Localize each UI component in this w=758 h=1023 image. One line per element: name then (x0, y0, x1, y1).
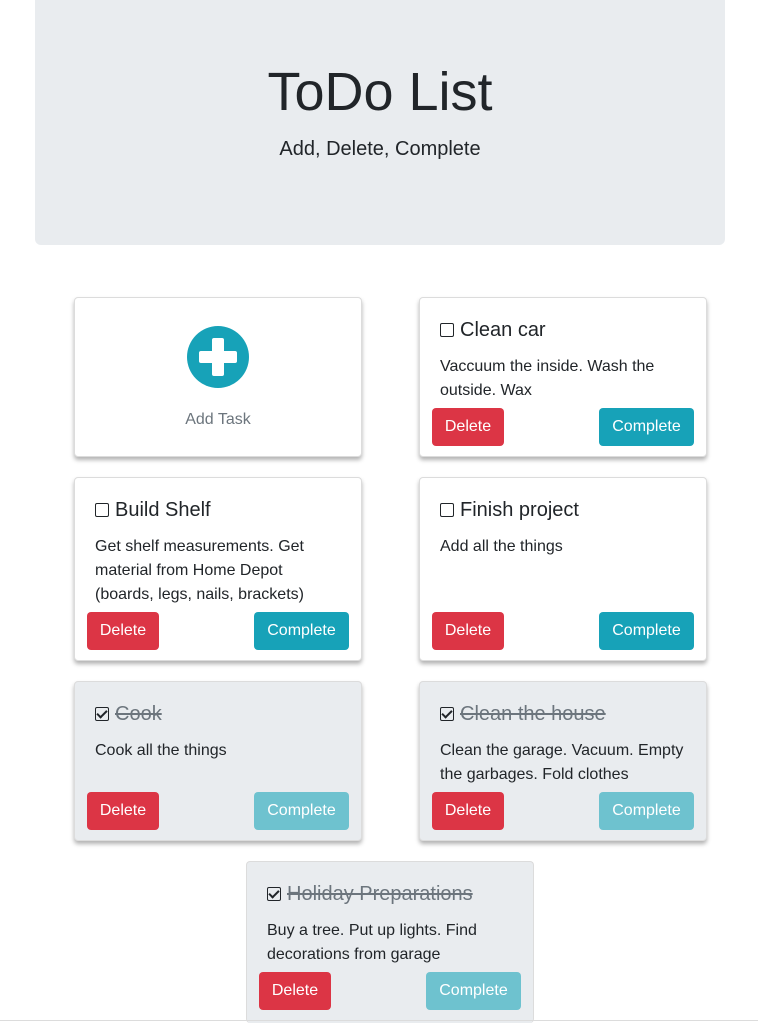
task-title: Build Shelf (95, 498, 211, 522)
page-bottom-divider (0, 1020, 758, 1021)
delete-button[interactable]: Delete (259, 972, 331, 1010)
checked-checkbox-icon[interactable] (440, 707, 454, 721)
complete-button[interactable]: Complete (599, 612, 694, 650)
task-description: Add all the things (440, 538, 563, 555)
task-description: Buy a tree. Put up lights. Find decorati… (267, 922, 477, 963)
task-title-text: Holiday Preparations (287, 883, 473, 905)
checkbox-icon[interactable] (440, 503, 454, 517)
task-title-text: Clean car (460, 319, 546, 341)
page-title: ToDo List (267, 62, 493, 122)
task-title: Cook (95, 702, 162, 726)
task-title-text: Clean the house (460, 703, 606, 725)
plus-circle-icon[interactable] (187, 326, 249, 388)
delete-button[interactable]: Delete (87, 612, 159, 650)
checkbox-icon[interactable] (440, 323, 454, 337)
task-card: Build Shelf Get shelf measurements. Get … (74, 477, 362, 661)
complete-button[interactable]: Complete (254, 792, 349, 830)
task-description: Vaccuum the inside. Wash the outside. Wa… (440, 358, 655, 399)
delete-button[interactable]: Delete (432, 792, 504, 830)
task-card-completed: Holiday Preparations Buy a tree. Put up … (246, 861, 534, 1023)
delete-button[interactable]: Delete (432, 408, 504, 446)
complete-button[interactable]: Complete (599, 792, 694, 830)
page-subtitle: Add, Delete, Complete (279, 138, 481, 160)
task-title-text: Cook (115, 703, 162, 725)
complete-button[interactable]: Complete (426, 972, 521, 1010)
add-task-label: Add Task (185, 411, 251, 428)
task-card-completed: Clean the house Clean the garage. Vacuum… (419, 681, 707, 841)
header-jumbotron: ToDo List Add, Delete, Complete (35, 0, 725, 245)
task-title: Finish project (440, 498, 579, 522)
checked-checkbox-icon[interactable] (95, 707, 109, 721)
add-task-card[interactable]: Add Task (74, 297, 362, 457)
task-title: Clean the house (440, 702, 606, 726)
task-title-text: Build Shelf (115, 499, 211, 521)
complete-button[interactable]: Complete (254, 612, 349, 650)
task-title: Holiday Preparations (267, 882, 473, 906)
delete-button[interactable]: Delete (87, 792, 159, 830)
task-title-text: Finish project (460, 499, 579, 521)
checked-checkbox-icon[interactable] (267, 887, 281, 901)
checkbox-icon[interactable] (95, 503, 109, 517)
task-title: Clean car (440, 318, 546, 342)
complete-button[interactable]: Complete (599, 408, 694, 446)
task-card: Finish project Add all the things Delete… (419, 477, 707, 661)
delete-button[interactable]: Delete (432, 612, 504, 650)
task-description: Clean the garage. Vacuum. Empty the garb… (440, 742, 684, 783)
task-description: Get shelf measurements. Get material fro… (95, 538, 304, 603)
task-description: Cook all the things (95, 742, 227, 759)
task-card-completed: Cook Cook all the things Delete Complete (74, 681, 362, 841)
task-card: Clean car Vaccuum the inside. Wash the o… (419, 297, 707, 457)
